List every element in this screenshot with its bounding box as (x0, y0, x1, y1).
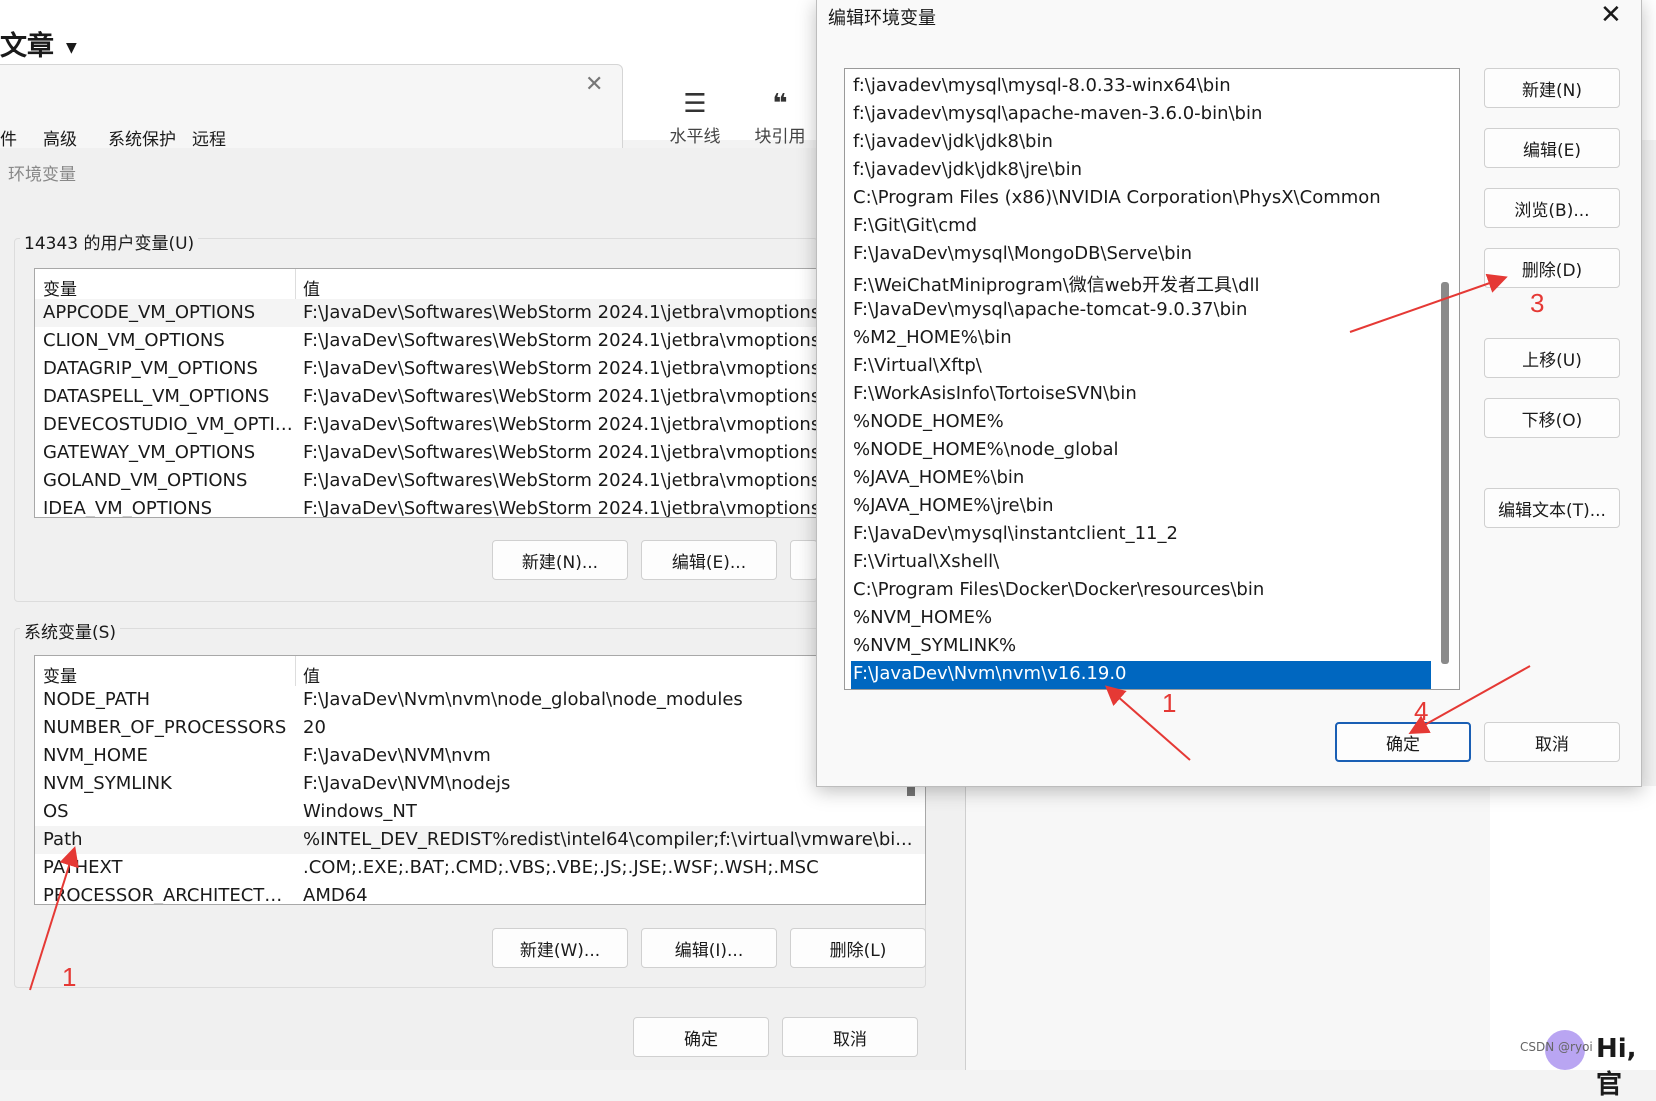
annotation-label: 1 (62, 962, 77, 992)
watermark: CSDN @ryoi (1520, 1040, 1593, 1054)
annotation-label: 1 (1162, 688, 1177, 718)
annotation-arrow (1349, 273, 1508, 333)
greeting-text: Hi,官 (1596, 1034, 1637, 1100)
annotation-overlay (29, 273, 1531, 991)
annotation-label: 4 (1414, 696, 1429, 726)
annotation-arrow (1104, 685, 1191, 761)
annotation-arrow (1408, 665, 1531, 734)
annotation-label: 3 (1530, 288, 1545, 318)
